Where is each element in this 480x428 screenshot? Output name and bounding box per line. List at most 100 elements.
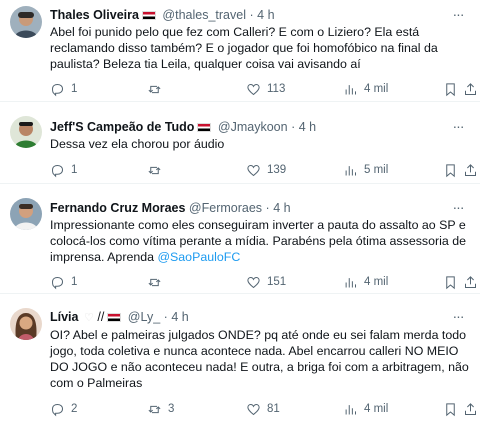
bookmark-button[interactable]: [443, 400, 458, 418]
name-suffix: //: [97, 310, 105, 324]
reply-button[interactable]: 2: [50, 400, 77, 418]
retweet-button[interactable]: 3: [147, 400, 174, 418]
tweet-jeff[interactable]: Jeff'S Campeão de Tudo @Jmaykoon · 4 h ·…: [0, 102, 480, 184]
like-count: 113: [267, 83, 286, 95]
mention-link[interactable]: @SaoPauloFC: [157, 250, 240, 264]
like-count: 81: [267, 403, 280, 415]
tweet-text: Dessa vez ela chorou por áudio: [50, 136, 470, 152]
views-chart-icon: [345, 84, 356, 94]
separator-dot: ·: [249, 8, 254, 22]
user-handle[interactable]: @Ly_: [128, 310, 160, 324]
bookmark-button[interactable]: [443, 161, 458, 179]
avatar[interactable]: [10, 308, 42, 340]
share-button[interactable]: [463, 161, 478, 179]
user-handle[interactable]: @thales_travel: [162, 8, 246, 22]
like-button[interactable]: 113: [246, 80, 285, 98]
more-options-icon[interactable]: ···: [450, 200, 466, 218]
display-name[interactable]: Jeff'S Campeão de Tudo: [50, 120, 194, 134]
avatar[interactable]: [10, 116, 42, 148]
tweet-text-content: OI? Abel e palmeiras julgados ONDE? pq a…: [50, 328, 469, 390]
display-name[interactable]: Lívia: [50, 310, 79, 324]
like-button[interactable]: 151: [246, 273, 286, 291]
reply-button[interactable]: 1: [50, 273, 77, 291]
view-count: 4 mil: [364, 403, 389, 415]
share-icon: [465, 163, 476, 176]
like-button[interactable]: 81: [246, 400, 280, 418]
view-count: 5 mil: [364, 164, 389, 176]
tweet-header: Lívia ♡ // @Ly_ · 4 h: [50, 309, 440, 326]
separator-dot: ·: [265, 201, 270, 215]
timestamp[interactable]: 4 h: [273, 201, 290, 215]
views-button[interactable]: 4 mil: [343, 80, 388, 98]
flag-icon: [141, 11, 156, 20]
more-options-icon[interactable]: ···: [450, 7, 466, 25]
timestamp[interactable]: 4 h: [299, 120, 316, 134]
reply-count: 1: [71, 83, 78, 95]
retweet-button[interactable]: [147, 161, 168, 179]
views-button[interactable]: 4 mil: [343, 273, 388, 291]
tweet-actions: 1 151 4 mil: [50, 273, 476, 291]
like-count: 151: [267, 276, 287, 288]
tweet-text: Impressionante como eles conseguiram inv…: [50, 217, 470, 265]
reply-count: 1: [71, 276, 78, 288]
share-icon: [465, 275, 476, 288]
user-handle[interactable]: @Fermoraes: [189, 201, 262, 215]
timestamp[interactable]: 4 h: [171, 310, 188, 324]
retweet-icon: [148, 405, 161, 413]
reply-count: 1: [71, 164, 78, 176]
tweet-thales[interactable]: Thales Oliveira @thales_travel · 4 h ···…: [0, 0, 480, 102]
more-options-icon[interactable]: ···: [450, 119, 466, 137]
bookmark-button[interactable]: [443, 80, 458, 98]
bookmark-button[interactable]: [443, 273, 458, 291]
views-button[interactable]: 5 mil: [343, 161, 388, 179]
share-button[interactable]: [463, 400, 478, 418]
display-name[interactable]: Fernando Cruz Moraes: [50, 201, 185, 215]
reply-button[interactable]: 1: [50, 161, 77, 179]
bookmark-icon: [446, 275, 455, 289]
timestamp[interactable]: 4 h: [257, 8, 274, 22]
tweet-text-content: Abel foi punido pelo que fez com Calleri…: [50, 25, 438, 71]
views-chart-icon: [345, 404, 356, 414]
separator-dot: ·: [163, 310, 168, 324]
reply-feed: Thales Oliveira @thales_travel · 4 h ···…: [0, 0, 480, 428]
avatar[interactable]: [10, 6, 42, 38]
avatar[interactable]: [10, 198, 42, 230]
tweet-actions: 1 113 4 mil: [50, 80, 476, 98]
views-button[interactable]: 4 mil: [343, 400, 388, 418]
bookmark-icon: [446, 163, 455, 177]
tweet-livia[interactable]: Lívia ♡ // @Ly_ · 4 h ··· OI? Abel e pal…: [0, 294, 480, 428]
reply-count: 2: [71, 403, 78, 415]
reply-button[interactable]: 1: [50, 80, 77, 98]
reply-icon: [51, 164, 64, 177]
share-button[interactable]: [463, 80, 478, 98]
tweet-text-content: Dessa vez ela chorou por áudio: [50, 137, 225, 151]
flag-icon: [197, 123, 212, 132]
heart-icon: [247, 403, 260, 415]
tweet-header: Jeff'S Campeão de Tudo @Jmaykoon · 4 h: [50, 119, 440, 135]
retweet-count: 3: [168, 403, 175, 415]
more-options-icon[interactable]: ···: [450, 309, 466, 327]
bookmark-icon: [446, 82, 455, 96]
tweet-actions: 1 139 5 mil: [50, 161, 476, 179]
separator-dot: ·: [291, 120, 296, 134]
user-handle[interactable]: @Jmaykoon: [218, 120, 288, 134]
white-heart-icon: ♡: [83, 312, 94, 324]
tweet-text: OI? Abel e palmeiras julgados ONDE? pq a…: [50, 327, 470, 391]
like-button[interactable]: 139: [246, 161, 286, 179]
display-name[interactable]: Thales Oliveira: [50, 8, 139, 22]
tweet-text: Abel foi punido pelo que fez com Calleri…: [50, 24, 470, 72]
like-count: 139: [267, 164, 287, 176]
retweet-button[interactable]: [147, 273, 168, 291]
share-icon: [465, 402, 476, 415]
tweet-actions: 2 3 81 4 mil: [50, 400, 476, 418]
retweet-button[interactable]: [147, 80, 168, 98]
retweet-icon: [148, 278, 161, 286]
reply-icon: [51, 403, 64, 416]
heart-icon: [247, 164, 260, 176]
share-button[interactable]: [463, 273, 478, 291]
heart-icon: [247, 83, 260, 95]
tweet-text-content: Impressionante como eles conseguiram inv…: [50, 218, 466, 264]
views-chart-icon: [345, 165, 356, 175]
tweet-fernando[interactable]: Fernando Cruz Moraes @Fermoraes · 4 h ··…: [0, 184, 480, 294]
flag-icon: [107, 313, 122, 322]
